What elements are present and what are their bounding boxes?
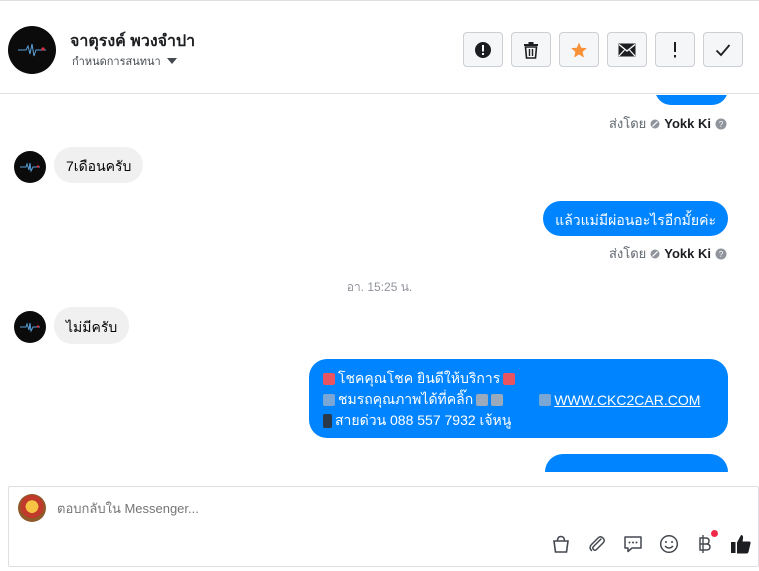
message-thread[interactable]: ส่งโดย Yokk Ki ? 7เดือนครับ แล้วแม่มีผ่อ… — [0, 95, 759, 472]
promo-hotline: สายด่วน 088 557 7932 เจ้หนู — [335, 411, 512, 428]
reply-composer — [8, 486, 759, 567]
conversation-settings-dropdown[interactable]: กำหนดการสนทนา — [72, 52, 177, 70]
star-icon — [571, 42, 587, 57]
sent-by-row: ส่งโดย Yokk Ki ? — [609, 113, 727, 134]
baht-icon — [699, 535, 711, 553]
help-icon[interactable]: ? — [715, 248, 727, 260]
red-flower-emoji-icon — [323, 372, 335, 385]
sent-by-label: ส่งโดย — [608, 246, 647, 261]
promo-line-2: ชมรถคุณภาพได้ที่คลิ๊ก WWW.CKC2CAR.COM — [323, 389, 714, 410]
outgoing-message: แล้วแม่มีผ่อนอะไรอีกมั้ยค่ะ — [543, 201, 728, 236]
svg-text:?: ? — [719, 250, 724, 259]
promo-browse: ชมรถคุณภาพได้ที่คลิ๊ก — [338, 390, 474, 407]
promo-line-1: โชคคุณโชค ยินดีให้บริการ — [323, 368, 714, 389]
svg-text:?: ? — [719, 120, 724, 129]
shopping-bag-icon — [553, 535, 569, 553]
message-text: แล้วแม่มีผ่อนอะไรอีกมั้ยค่ะ — [555, 212, 716, 228]
outgoing-promo-message: โชคคุณโชค ยินดีให้บริการ ชมรถคุณภาพได้ที… — [309, 359, 728, 438]
thumbs-up-icon — [731, 535, 751, 554]
done-button[interactable] — [703, 32, 743, 67]
saved-replies-button[interactable] — [622, 533, 644, 555]
notification-dot — [711, 530, 718, 537]
message-text: 7เดือนครับ — [66, 158, 132, 174]
contact-avatar-small[interactable] — [14, 151, 46, 183]
envelope-icon — [618, 43, 636, 56]
conversation-settings-label: กำหนดการสนทนา — [72, 56, 161, 68]
phone-emoji-icon — [323, 413, 332, 428]
verified-icon — [650, 119, 660, 128]
verified-icon — [650, 249, 660, 258]
delete-button[interactable] — [511, 32, 551, 67]
play-emoji-icon — [323, 393, 335, 406]
promo-greeting: โชคคุณโชค ยินดีให้บริการ — [338, 369, 501, 386]
attach-button[interactable] — [586, 533, 608, 555]
down-arrow-emoji-icon — [476, 393, 489, 406]
sender-name[interactable]: Yokk Ki — [664, 116, 711, 131]
emoji-button[interactable] — [658, 533, 680, 555]
contact-avatar-small[interactable] — [14, 311, 46, 343]
exclamation-icon — [674, 41, 676, 57]
outgoing-message-partial — [545, 454, 728, 472]
payment-button[interactable] — [694, 530, 718, 555]
sent-by-row: ส่งโดย Yokk Ki ? — [609, 243, 727, 264]
contact-name[interactable]: จาตุรงค์ พวงจำปา — [70, 29, 195, 54]
smiley-icon — [659, 534, 679, 554]
message-timestamp: อา. 15:25 น. — [346, 280, 413, 294]
message-text: ไม่มีครับ — [66, 319, 118, 335]
like-button[interactable] — [730, 533, 752, 555]
check-icon — [715, 43, 731, 56]
speech-bubble-icon — [624, 536, 642, 553]
sender-name[interactable]: Yokk Ki — [664, 246, 711, 261]
conversation-header: จาตุรงค์ พวงจำปา กำหนดการสนทนา — [0, 0, 759, 94]
contact-avatar[interactable] — [8, 26, 56, 74]
reply-input[interactable] — [57, 501, 657, 516]
paperclip-icon — [589, 536, 605, 552]
mark-unread-button[interactable] — [607, 32, 647, 67]
sent-by-label: ส่งโดย — [608, 116, 647, 131]
composer-toolbar — [550, 530, 752, 555]
shop-button[interactable] — [550, 533, 572, 555]
follow-up-button[interactable] — [655, 32, 695, 67]
star-button[interactable] — [559, 32, 599, 67]
website-link[interactable]: WWW.CKC2CAR.COM — [554, 392, 700, 408]
spam-button[interactable] — [463, 32, 503, 67]
red-flower-emoji-icon — [503, 372, 516, 385]
trash-icon — [524, 41, 538, 59]
header-toolbar — [463, 32, 743, 67]
play-emoji-icon — [539, 393, 552, 406]
incoming-message: ไม่มีครับ — [54, 307, 130, 344]
caret-down-icon — [166, 58, 177, 64]
outgoing-message-partial — [655, 95, 728, 105]
help-icon[interactable]: ? — [715, 118, 727, 130]
alert-circle-icon — [475, 41, 491, 58]
down-arrow-emoji-icon — [491, 393, 504, 406]
incoming-message: 7เดือนครับ — [54, 147, 144, 183]
page-avatar — [18, 494, 46, 522]
promo-line-3: สายด่วน 088 557 7932 เจ้หนู — [323, 410, 714, 431]
